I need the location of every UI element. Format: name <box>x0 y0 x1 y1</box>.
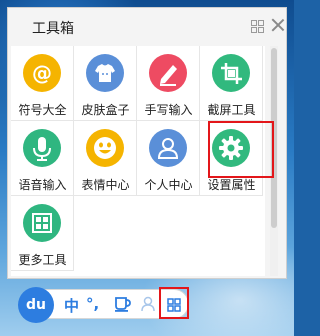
punctuation-toggle[interactable]: °, <box>86 295 99 313</box>
tool-more[interactable]: 更多工具 <box>11 196 74 271</box>
tool-label: 个人中心 <box>144 178 193 192</box>
cup-icon[interactable] <box>114 296 132 316</box>
pencil-icon <box>149 54 187 92</box>
tool-label: 语音输入 <box>18 178 67 192</box>
tool-grid: @ 符号大全 皮肤盒子 手写输入 截屏工具 语音输入 表情中心 个人中心 设置属… <box>11 46 265 276</box>
panel-title: 工具箱 <box>32 21 74 37</box>
at-symbol-icon: @ <box>23 54 61 92</box>
tool-skins[interactable]: 皮肤盒子 <box>74 46 137 121</box>
tool-screenshot[interactable]: 截屏工具 <box>200 46 263 121</box>
grid-icon <box>23 204 61 242</box>
svg-text:@: @ <box>32 61 52 85</box>
tool-label: 设置属性 <box>207 178 256 192</box>
gear-icon <box>212 129 250 167</box>
user-icon <box>149 129 187 167</box>
tool-profile[interactable]: 个人中心 <box>137 121 200 196</box>
tool-label: 手写输入 <box>144 103 193 117</box>
tool-emoji[interactable]: 表情中心 <box>74 121 137 196</box>
tool-label: 符号大全 <box>18 103 67 117</box>
microphone-icon <box>23 129 61 167</box>
scrollbar[interactable] <box>270 46 278 276</box>
smiley-icon <box>86 129 124 167</box>
tool-voice[interactable]: 语音输入 <box>11 121 74 196</box>
scrollbar-thumb[interactable] <box>271 48 277 228</box>
tool-symbols[interactable]: @ 符号大全 <box>11 46 74 121</box>
close-icon[interactable] <box>271 18 285 32</box>
tool-label: 更多工具 <box>18 253 67 267</box>
baidu-du-logo[interactable]: du <box>18 287 54 323</box>
tool-settings[interactable]: 设置属性 <box>200 121 263 196</box>
tool-label: 表情中心 <box>81 178 130 192</box>
ime-status-bar: du 中 °, <box>18 287 189 323</box>
crop-icon <box>212 54 250 92</box>
tool-label: 截屏工具 <box>207 103 256 117</box>
tool-label: 皮肤盒子 <box>81 103 130 117</box>
layout-grid-icon[interactable] <box>251 20 264 33</box>
toolbox-grid-icon[interactable] <box>167 297 181 316</box>
tshirt-icon <box>86 54 124 92</box>
tool-handwriting[interactable]: 手写输入 <box>137 46 200 121</box>
chinese-mode-toggle[interactable]: 中 <box>64 295 79 316</box>
user-icon[interactable] <box>141 296 155 316</box>
